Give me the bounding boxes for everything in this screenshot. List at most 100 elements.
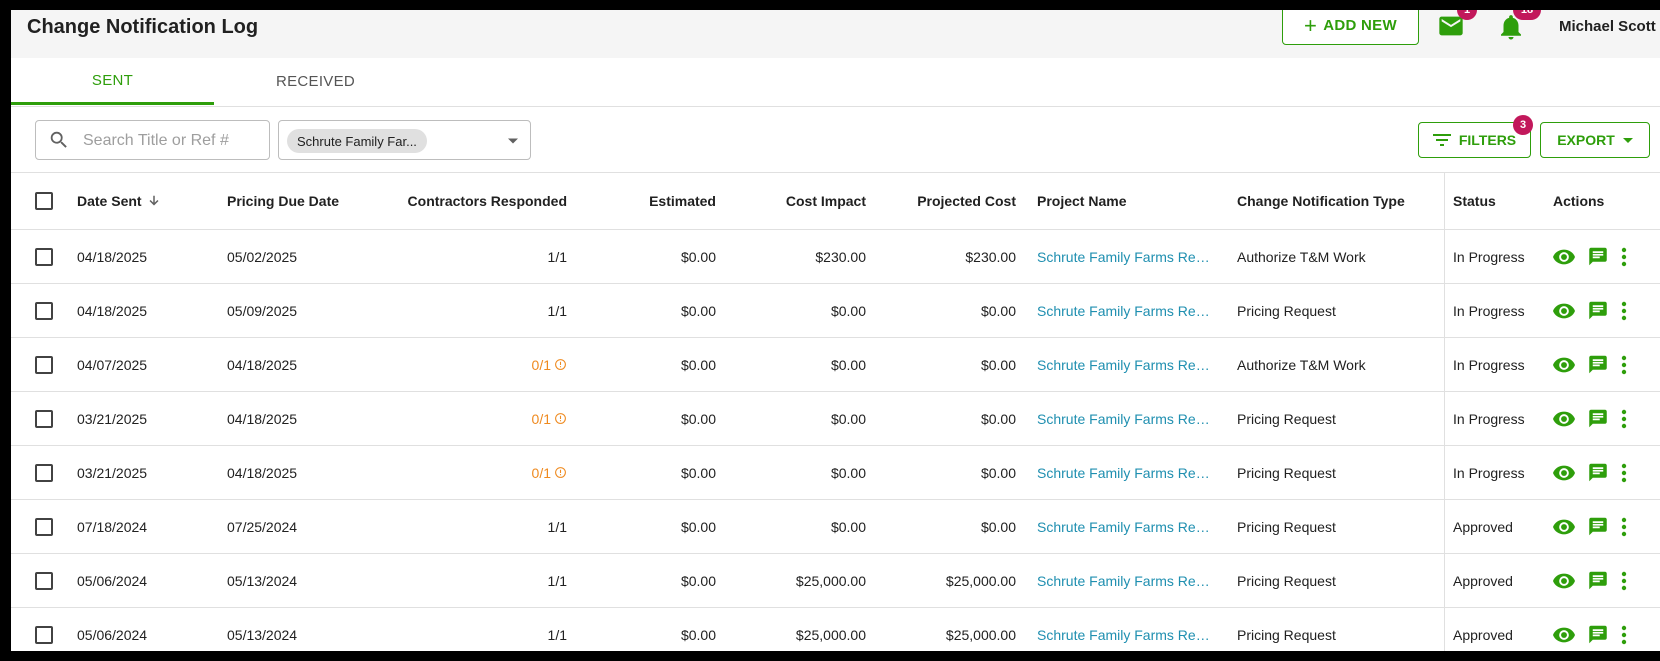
cell-contractors-responded: 0/1 (377, 392, 567, 445)
cell-projected-cost: $25,000.00 (945, 572, 1016, 589)
responded-value: 0/1 (532, 411, 567, 427)
project-select[interactable]: Schrute Family Far... (278, 120, 531, 160)
comments-button[interactable] (1587, 300, 1609, 321)
table-row[interactable]: 04/18/2025 05/02/2025 1/1 $0.00 $230.00 $230.… (11, 230, 1660, 284)
add-new-button[interactable]: + ADD NEW (1282, 10, 1419, 45)
comment-icon (1589, 409, 1607, 428)
header-projected-cost[interactable]: Projected Cost (877, 173, 1016, 229)
project-link[interactable]: Schrute Family Farms Rem... (1037, 627, 1217, 643)
view-button[interactable] (1553, 519, 1575, 535)
table-row[interactable]: 04/18/2025 05/09/2025 1/1 $0.00 $0.00 $0.00 Sc… (11, 284, 1660, 338)
header-date-sent[interactable]: Date Sent (77, 173, 217, 229)
view-button[interactable] (1553, 357, 1575, 373)
comments-button[interactable] (1587, 408, 1609, 429)
responded-text: 1/1 (547, 248, 567, 265)
project-link[interactable]: Schrute Family Farms Rem... (1037, 303, 1217, 319)
comments-button[interactable] (1587, 354, 1609, 375)
sort-arrow-down-icon (149, 195, 159, 206)
project-link[interactable]: Schrute Family Farms Rem... (1037, 411, 1217, 427)
row-checkbox[interactable] (35, 301, 53, 320)
project-link[interactable]: Schrute Family Farms Rem... (1037, 249, 1217, 265)
mail-button[interactable]: 1 (1435, 10, 1477, 46)
header-pricing-due-date[interactable]: Pricing Due Date (227, 173, 377, 229)
comments-button[interactable] (1587, 624, 1609, 645)
more-options-button[interactable] (1621, 625, 1627, 645)
header-status[interactable]: Status (1453, 173, 1543, 229)
responded-text: 0/1 (531, 410, 551, 427)
responded-value: 1/1 (548, 249, 567, 265)
table-row[interactable]: 07/18/2024 07/25/2024 1/1 $0.00 $0.00 $0.00 Sc… (11, 500, 1660, 554)
cell-contractors-responded: 1/1 (377, 608, 567, 651)
cell-estimated: $0.00 (680, 626, 716, 643)
project-chip[interactable]: Schrute Family Far... (287, 129, 427, 153)
project-link[interactable]: Schrute Family Farms Rem... (1037, 573, 1217, 589)
more-options-button[interactable] (1621, 571, 1627, 591)
project-link[interactable]: Schrute Family Farms Rem... (1037, 519, 1217, 535)
filters-button[interactable]: FILTERS 3 (1418, 115, 1533, 158)
tab-received[interactable]: RECEIVED (214, 58, 417, 105)
more-options-button[interactable] (1621, 355, 1627, 375)
table-row[interactable]: 04/07/2025 04/18/2025 0/1 $0.00 $0.00 $0.00 Sc… (11, 338, 1660, 392)
row-checkbox[interactable] (35, 409, 53, 428)
comments-button[interactable] (1587, 462, 1609, 483)
comments-button[interactable] (1587, 246, 1609, 267)
project-link[interactable]: Schrute Family Farms Rem... (1037, 465, 1217, 481)
table-body: 04/18/2025 05/02/2025 1/1 $0.00 $230.00 $230.… (11, 230, 1660, 651)
comments-button[interactable] (1587, 516, 1609, 537)
header-cost-impact[interactable]: Cost Impact (727, 173, 866, 229)
eye-icon (1553, 411, 1575, 426)
cell-estimated: $0.00 (680, 248, 716, 265)
more-options-button[interactable] (1621, 409, 1627, 429)
table-row[interactable]: 05/06/2024 05/13/2024 1/1 $0.00 $25,000.00 $2… (11, 608, 1660, 651)
cell-status: Approved (1453, 626, 1513, 643)
header-estimated[interactable]: Estimated (577, 173, 716, 229)
cell-date-sent: 05/06/2024 (77, 572, 148, 589)
user-name[interactable]: Michael Scott (1559, 18, 1656, 35)
header-contractors-responded[interactable]: Contractors Responded (377, 173, 567, 229)
notifications-badge: 18 (1513, 10, 1541, 20)
header-change-notification-type[interactable]: Change Notification Type (1237, 173, 1437, 229)
row-checkbox[interactable] (35, 571, 53, 590)
responded-text: 1/1 (547, 518, 567, 535)
table-row[interactable]: 03/21/2025 04/18/2025 0/1 $0.00 $0.00 $0.00 Sc… (11, 446, 1660, 500)
view-button[interactable] (1553, 303, 1575, 319)
cell-pricing-due-date: 04/18/2025 (227, 464, 298, 481)
eye-icon (1553, 573, 1575, 588)
tab-sent[interactable]: SENT (11, 58, 214, 105)
filter-icon (1432, 134, 1451, 146)
search-input[interactable] (81, 129, 265, 153)
comments-button[interactable] (1587, 570, 1609, 591)
cell-contractors-responded: 1/1 (377, 284, 567, 337)
cell-pricing-due-date: 05/09/2025 (227, 302, 298, 319)
more-options-button[interactable] (1621, 463, 1627, 483)
view-button[interactable] (1553, 573, 1575, 589)
cell-change-notification-type: Pricing Request (1237, 464, 1336, 481)
project-link[interactable]: Schrute Family Farms Rem... (1037, 357, 1217, 373)
view-button[interactable] (1553, 411, 1575, 427)
more-options-button[interactable] (1621, 517, 1627, 537)
cell-pricing-due-date: 05/13/2024 (227, 626, 298, 643)
more-options-button[interactable] (1621, 301, 1627, 321)
notifications-button[interactable]: 18 (1495, 10, 1541, 46)
cell-date-sent: 03/21/2025 (77, 410, 148, 427)
table-row[interactable]: 03/21/2025 04/18/2025 0/1 $0.00 $0.00 $0.00 Sc… (11, 392, 1660, 446)
row-checkbox[interactable] (35, 625, 53, 644)
export-button[interactable]: EXPORT (1540, 122, 1650, 158)
view-button[interactable] (1553, 465, 1575, 481)
row-checkbox[interactable] (35, 517, 53, 536)
row-checkbox[interactable] (35, 463, 53, 482)
row-checkbox[interactable] (35, 247, 53, 266)
more-options-button[interactable] (1621, 247, 1627, 267)
cell-contractors-responded: 1/1 (377, 500, 567, 553)
header-project-name[interactable]: Project Name (1037, 173, 1217, 229)
cell-projected-cost: $0.00 (980, 410, 1016, 427)
view-button[interactable] (1553, 249, 1575, 265)
caret-down-icon (1622, 137, 1633, 143)
select-all-checkbox[interactable] (35, 192, 53, 210)
table-row[interactable]: 05/06/2024 05/13/2024 1/1 $0.00 $25,000.00 $2… (11, 554, 1660, 608)
cell-projected-cost: $0.00 (980, 302, 1016, 319)
cell-status: Approved (1453, 572, 1513, 589)
eye-icon (1553, 627, 1575, 642)
row-checkbox[interactable] (35, 355, 53, 374)
view-button[interactable] (1553, 627, 1575, 643)
